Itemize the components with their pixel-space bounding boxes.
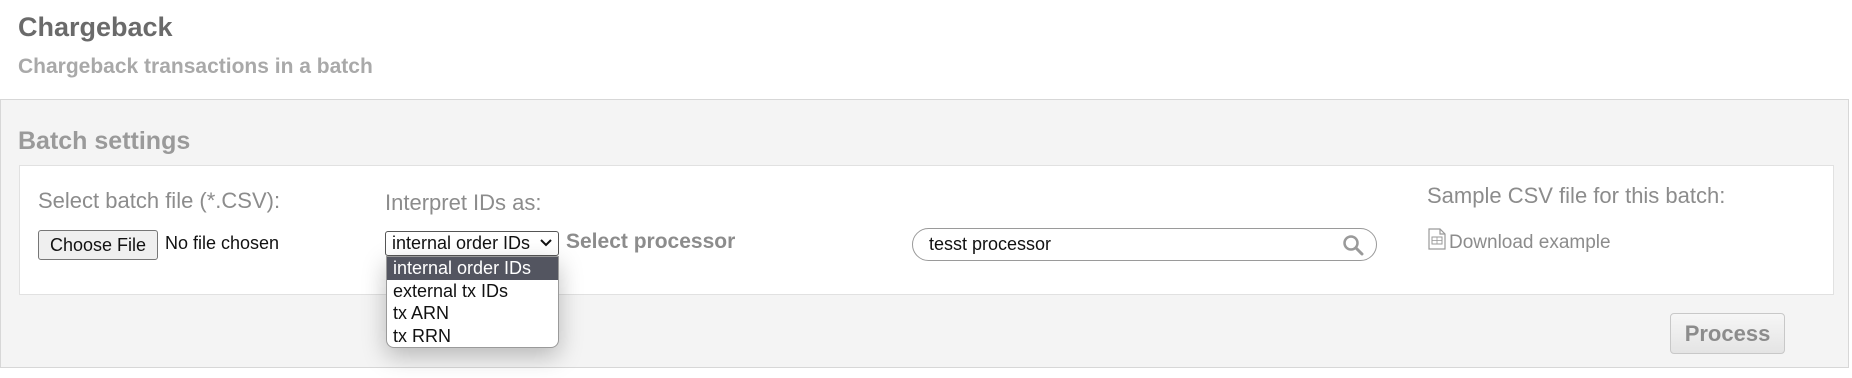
page-subtitle: Chargeback transactions in a batch — [18, 55, 373, 78]
download-example-link[interactable]: Download example — [1449, 232, 1611, 254]
batch-file-label: Select batch file (*.CSV): — [38, 188, 281, 213]
select-processor-label: Select processor — [566, 230, 736, 253]
interpret-ids-label: Interpret IDs as: — [385, 190, 542, 215]
page-title: Chargeback — [18, 12, 173, 42]
interpret-ids-dropdown: internal order IDs external tx IDs tx AR… — [386, 256, 559, 348]
panel-title: Batch settings — [18, 127, 191, 155]
file-status: No file chosen — [165, 233, 280, 253]
sample-csv-label: Sample CSV file for this batch: — [1427, 183, 1726, 208]
interpret-ids-selected-value: internal order IDs — [392, 233, 531, 253]
choose-file-button[interactable]: Choose File — [38, 230, 158, 260]
dropdown-option[interactable]: external tx IDs — [387, 280, 558, 303]
interpret-ids-select[interactable]: internal order IDs — [385, 231, 559, 256]
csv-file-icon — [1427, 228, 1447, 250]
search-icon[interactable] — [1341, 233, 1365, 257]
chevron-down-icon — [539, 232, 553, 255]
dropdown-option[interactable]: tx ARN — [387, 302, 558, 325]
processor-search-input[interactable]: tesst processor — [912, 228, 1377, 261]
dropdown-option[interactable]: internal order IDs — [387, 257, 558, 280]
dropdown-option[interactable]: tx RRN — [387, 325, 558, 348]
process-button[interactable]: Process — [1670, 313, 1785, 354]
